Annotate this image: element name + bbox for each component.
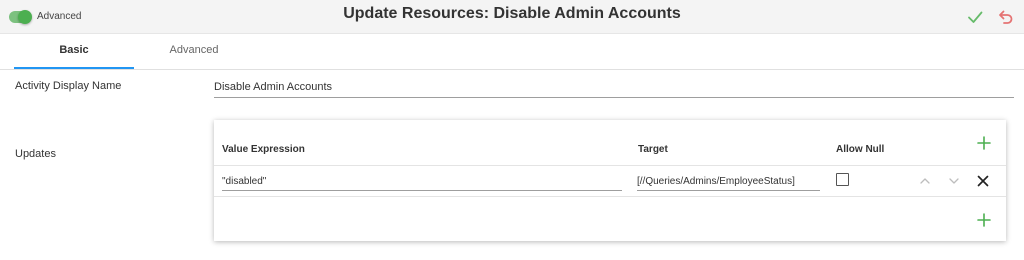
close-icon xyxy=(977,175,989,187)
allow-null-checkbox[interactable] xyxy=(836,173,849,186)
display-name-input[interactable] xyxy=(214,77,1014,98)
dialog-header: Advanced Update Resources: Disable Admin… xyxy=(0,0,1024,34)
tab-basic[interactable]: Basic xyxy=(14,34,134,69)
tab-advanced[interactable]: Advanced xyxy=(134,34,254,69)
move-down-button[interactable] xyxy=(946,173,962,189)
checkmark-icon xyxy=(968,11,983,23)
add-update-button-bottom[interactable] xyxy=(976,212,992,228)
display-name-label: Activity Display Name xyxy=(15,80,122,92)
updates-label: Updates xyxy=(15,148,56,160)
add-update-button[interactable] xyxy=(976,135,992,151)
column-header-target: Target xyxy=(638,144,668,155)
chevron-up-icon xyxy=(920,178,930,184)
chevron-down-icon xyxy=(949,178,959,184)
undo-icon xyxy=(999,10,1013,24)
column-header-allow-null: Allow Null xyxy=(836,144,885,155)
tab-bar: Basic Advanced xyxy=(0,34,1024,70)
row-divider xyxy=(214,196,1006,197)
updates-table: Value Expression Target Allow Null xyxy=(214,120,1006,241)
value-expression-input[interactable] xyxy=(222,172,622,191)
column-header-value-expression: Value Expression xyxy=(222,144,305,155)
target-input[interactable] xyxy=(637,172,820,191)
remove-row-button[interactable] xyxy=(975,173,991,189)
plus-icon xyxy=(977,213,991,227)
move-up-button[interactable] xyxy=(917,173,933,189)
plus-icon xyxy=(977,136,991,150)
dialog-title: Update Resources: Disable Admin Accounts xyxy=(343,5,681,22)
undo-button[interactable] xyxy=(995,7,1015,27)
confirm-button[interactable] xyxy=(965,7,985,27)
row-divider xyxy=(214,165,1006,166)
